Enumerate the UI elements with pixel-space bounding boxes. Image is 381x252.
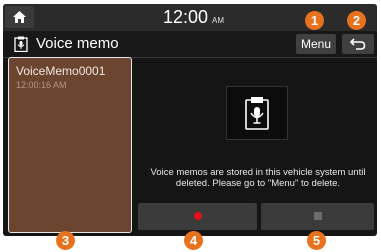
memo-placeholder <box>226 86 288 140</box>
back-button[interactable] <box>342 34 374 54</box>
info-message: Voice memos are stored in this vehicle s… <box>150 167 366 189</box>
callout-badge-5: 5 <box>307 231 326 250</box>
callout-badge-3: 3 <box>56 231 75 250</box>
home-button[interactable] <box>5 6 34 28</box>
callout-badge-4: 4 <box>184 231 203 250</box>
clock-time: 12:00 <box>163 7 209 27</box>
page-title: Voice memo <box>36 35 119 52</box>
stop-icon <box>314 212 322 220</box>
clock-ampm: AM <box>212 16 225 25</box>
record-icon <box>194 212 202 220</box>
voice-memo-icon <box>14 36 28 52</box>
home-icon <box>13 11 26 23</box>
clock: 12:00 AM <box>163 7 224 28</box>
memo-time: 12:00:16 AM <box>16 80 67 90</box>
callout-badge-2: 2 <box>347 11 366 30</box>
callout-badge-1: 1 <box>305 11 324 30</box>
stop-button[interactable] <box>261 203 374 230</box>
memo-name: VoiceMemo0001 <box>16 64 106 78</box>
clipboard-mic-icon <box>245 97 269 130</box>
menu-button[interactable]: Menu <box>296 34 336 54</box>
memo-list[interactable]: VoiceMemo0001 12:00:16 AM <box>8 57 132 233</box>
title-bar: Voice memo Menu <box>3 31 377 58</box>
back-arrow-icon <box>350 38 366 50</box>
record-button[interactable] <box>138 203 257 230</box>
head-unit-screen: 12:00 AM Voice memo Menu VoiceMemo0001 12… <box>3 4 377 236</box>
